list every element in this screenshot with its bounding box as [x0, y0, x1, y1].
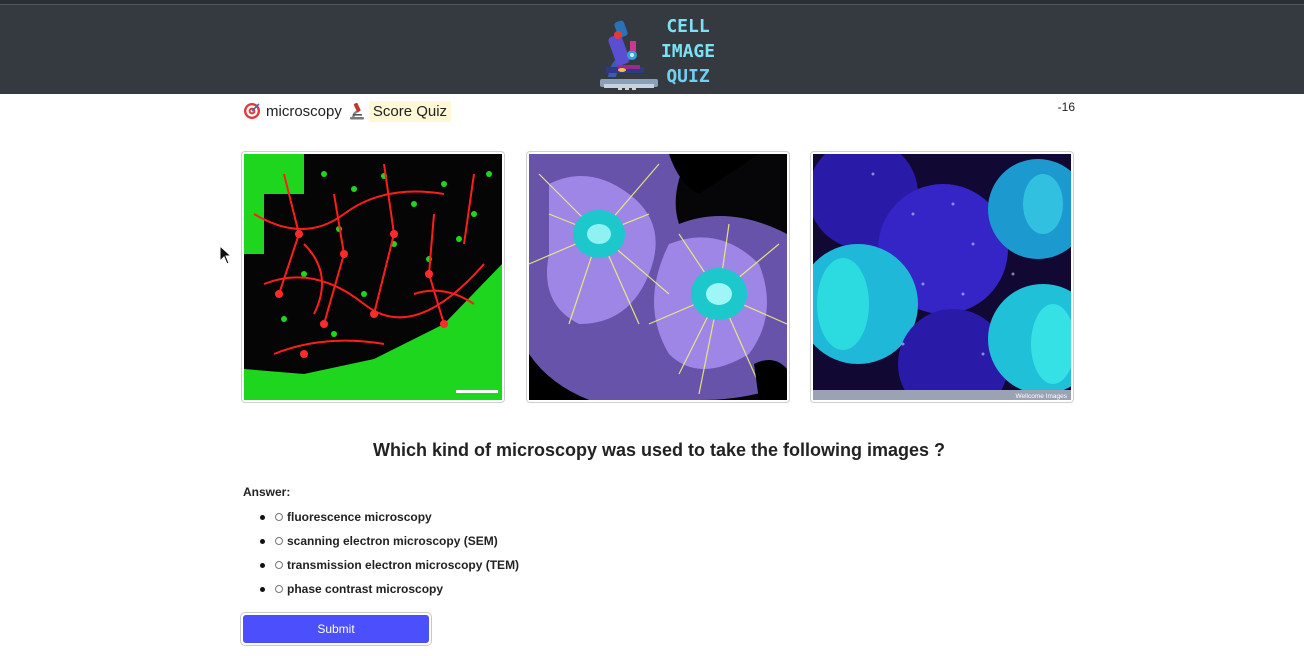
mode-label[interactable]: microscopy — [266, 103, 342, 120]
quiz-image-card-1 — [241, 151, 505, 403]
app-header: CELL IMAGE QUIZ — [0, 4, 1304, 94]
answer-option-label[interactable]: transmission electron microscopy (TEM) — [287, 558, 519, 572]
score-value: -16 — [1057, 100, 1075, 114]
question-text: Which kind of microscopy was used to tak… — [372, 440, 946, 460]
answer-radio-3[interactable] — [275, 561, 283, 569]
mouse-cursor-icon — [219, 245, 233, 265]
answer-option[interactable]: fluorescence microscopy — [243, 505, 519, 529]
bullet-icon — [260, 562, 265, 568]
answer-option-label[interactable]: phase contrast microscopy — [287, 582, 443, 596]
answer-label: Answer: — [243, 485, 291, 499]
cell-image-quiz-logo[interactable]: CELL IMAGE QUIZ — [598, 11, 718, 93]
logo-word-image: IMAGE — [660, 41, 716, 62]
submit-button[interactable]: Submit — [243, 615, 429, 643]
answer-radio-1[interactable] — [275, 513, 283, 521]
logo-text: CELL IMAGE QUIZ — [660, 14, 716, 89]
answer-options-list: fluorescence microscopy scanning electro… — [243, 505, 519, 601]
bullet-icon — [260, 586, 265, 592]
microscope-icon — [600, 20, 658, 90]
quiz-image-card-2 — [526, 151, 790, 403]
bullet-icon — [260, 514, 265, 520]
logo-word-cell: CELL — [666, 16, 710, 37]
quiz-image-card-3: Wellcome Images — [810, 151, 1074, 403]
target-icon — [244, 103, 260, 119]
logo-word-quiz: QUIZ — [666, 66, 710, 87]
fluorescence-embryos-image: Wellcome Images — [813, 154, 1071, 400]
answer-option[interactable]: scanning electron microscopy (SEM) — [243, 529, 519, 553]
answer-radio-2[interactable] — [275, 537, 283, 545]
answer-radio-4[interactable] — [275, 585, 283, 593]
answer-option[interactable]: transmission electron microscopy (TEM) — [243, 553, 519, 577]
answer-option-label[interactable]: scanning electron microscopy (SEM) — [287, 534, 498, 548]
score-quiz-label[interactable]: Score Quiz — [368, 100, 452, 122]
answer-option-label[interactable]: fluorescence microscopy — [287, 510, 432, 524]
fluorescence-neurons-image — [244, 154, 502, 400]
answer-option[interactable]: phase contrast microscopy — [243, 577, 519, 601]
fluorescence-cells-image — [529, 154, 787, 400]
quiz-toolbar: microscopy Score Quiz — [243, 100, 452, 122]
bullet-icon — [260, 538, 265, 544]
submit-button-focus-ring: Submit — [240, 612, 432, 646]
microscope-emoji-icon — [349, 102, 364, 120]
wellcome-images-watermark: Wellcome Images — [1015, 393, 1067, 400]
